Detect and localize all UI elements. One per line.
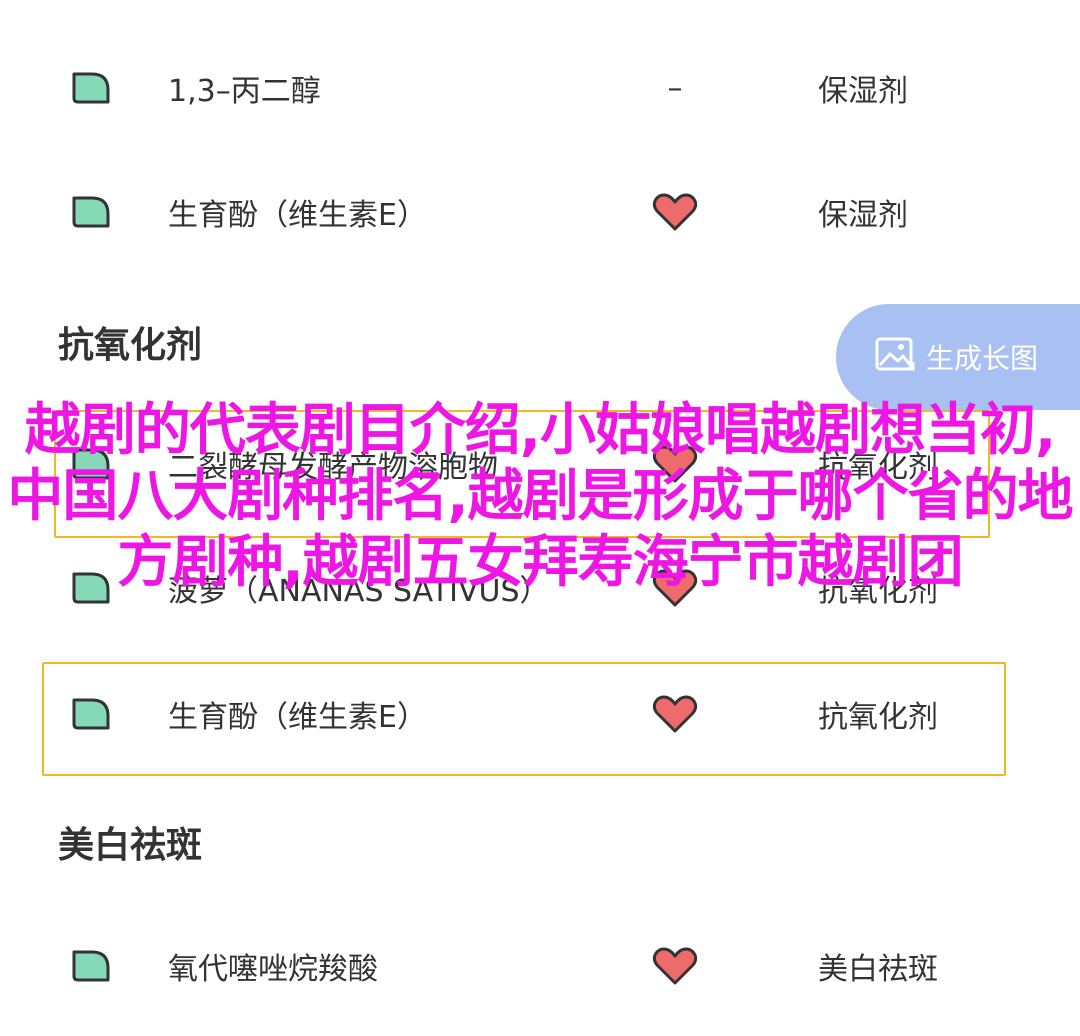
ingredient-function: 抗氧化剂 [818,700,938,735]
ingredient-row[interactable]: 1,3–丙二醇 – 保湿剂 [0,28,1080,148]
section-title-antioxidant: 抗氧化剂 [58,325,203,366]
rating-dash: – [667,70,683,106]
ingredient-name: 氧代噻唑烷羧酸 [168,952,378,987]
ingredient-function: 保湿剂 [818,74,908,109]
overlay-headline: 越剧的代表剧目介绍,小姑娘唱越剧想当初,中国八大剧种排名,越剧是形成于哪个省的地… [7,398,1073,595]
ingredient-name: 1,3–丙二醇 [168,74,321,109]
heart-icon [650,190,700,234]
ingredient-row[interactable]: 生育酚（维生素E） 抗氧化剂 [0,654,1080,774]
leaf-icon [70,696,112,732]
ingredient-name: 生育酚（维生素E） [168,198,427,233]
ingredient-row[interactable]: 生育酚（维生素E） 保湿剂 [0,152,1080,272]
ingredient-function: 美白祛斑 [818,952,938,987]
leaf-icon [70,70,112,106]
heart-icon [650,944,700,988]
image-icon [874,335,916,379]
section-title-whitening: 美白祛斑 [58,825,203,866]
ingredient-name: 生育酚（维生素E） [168,700,427,735]
leaf-icon [70,194,112,230]
heart-icon [650,692,700,736]
leaf-icon [70,948,112,984]
generate-long-image-button[interactable]: 生成长图 [836,304,1080,410]
generate-long-image-label: 生成长图 [926,342,1039,375]
ingredient-function: 保湿剂 [818,198,908,233]
ingredient-row[interactable]: 氧代噻唑烷羧酸 美白祛斑 [0,906,1080,1026]
